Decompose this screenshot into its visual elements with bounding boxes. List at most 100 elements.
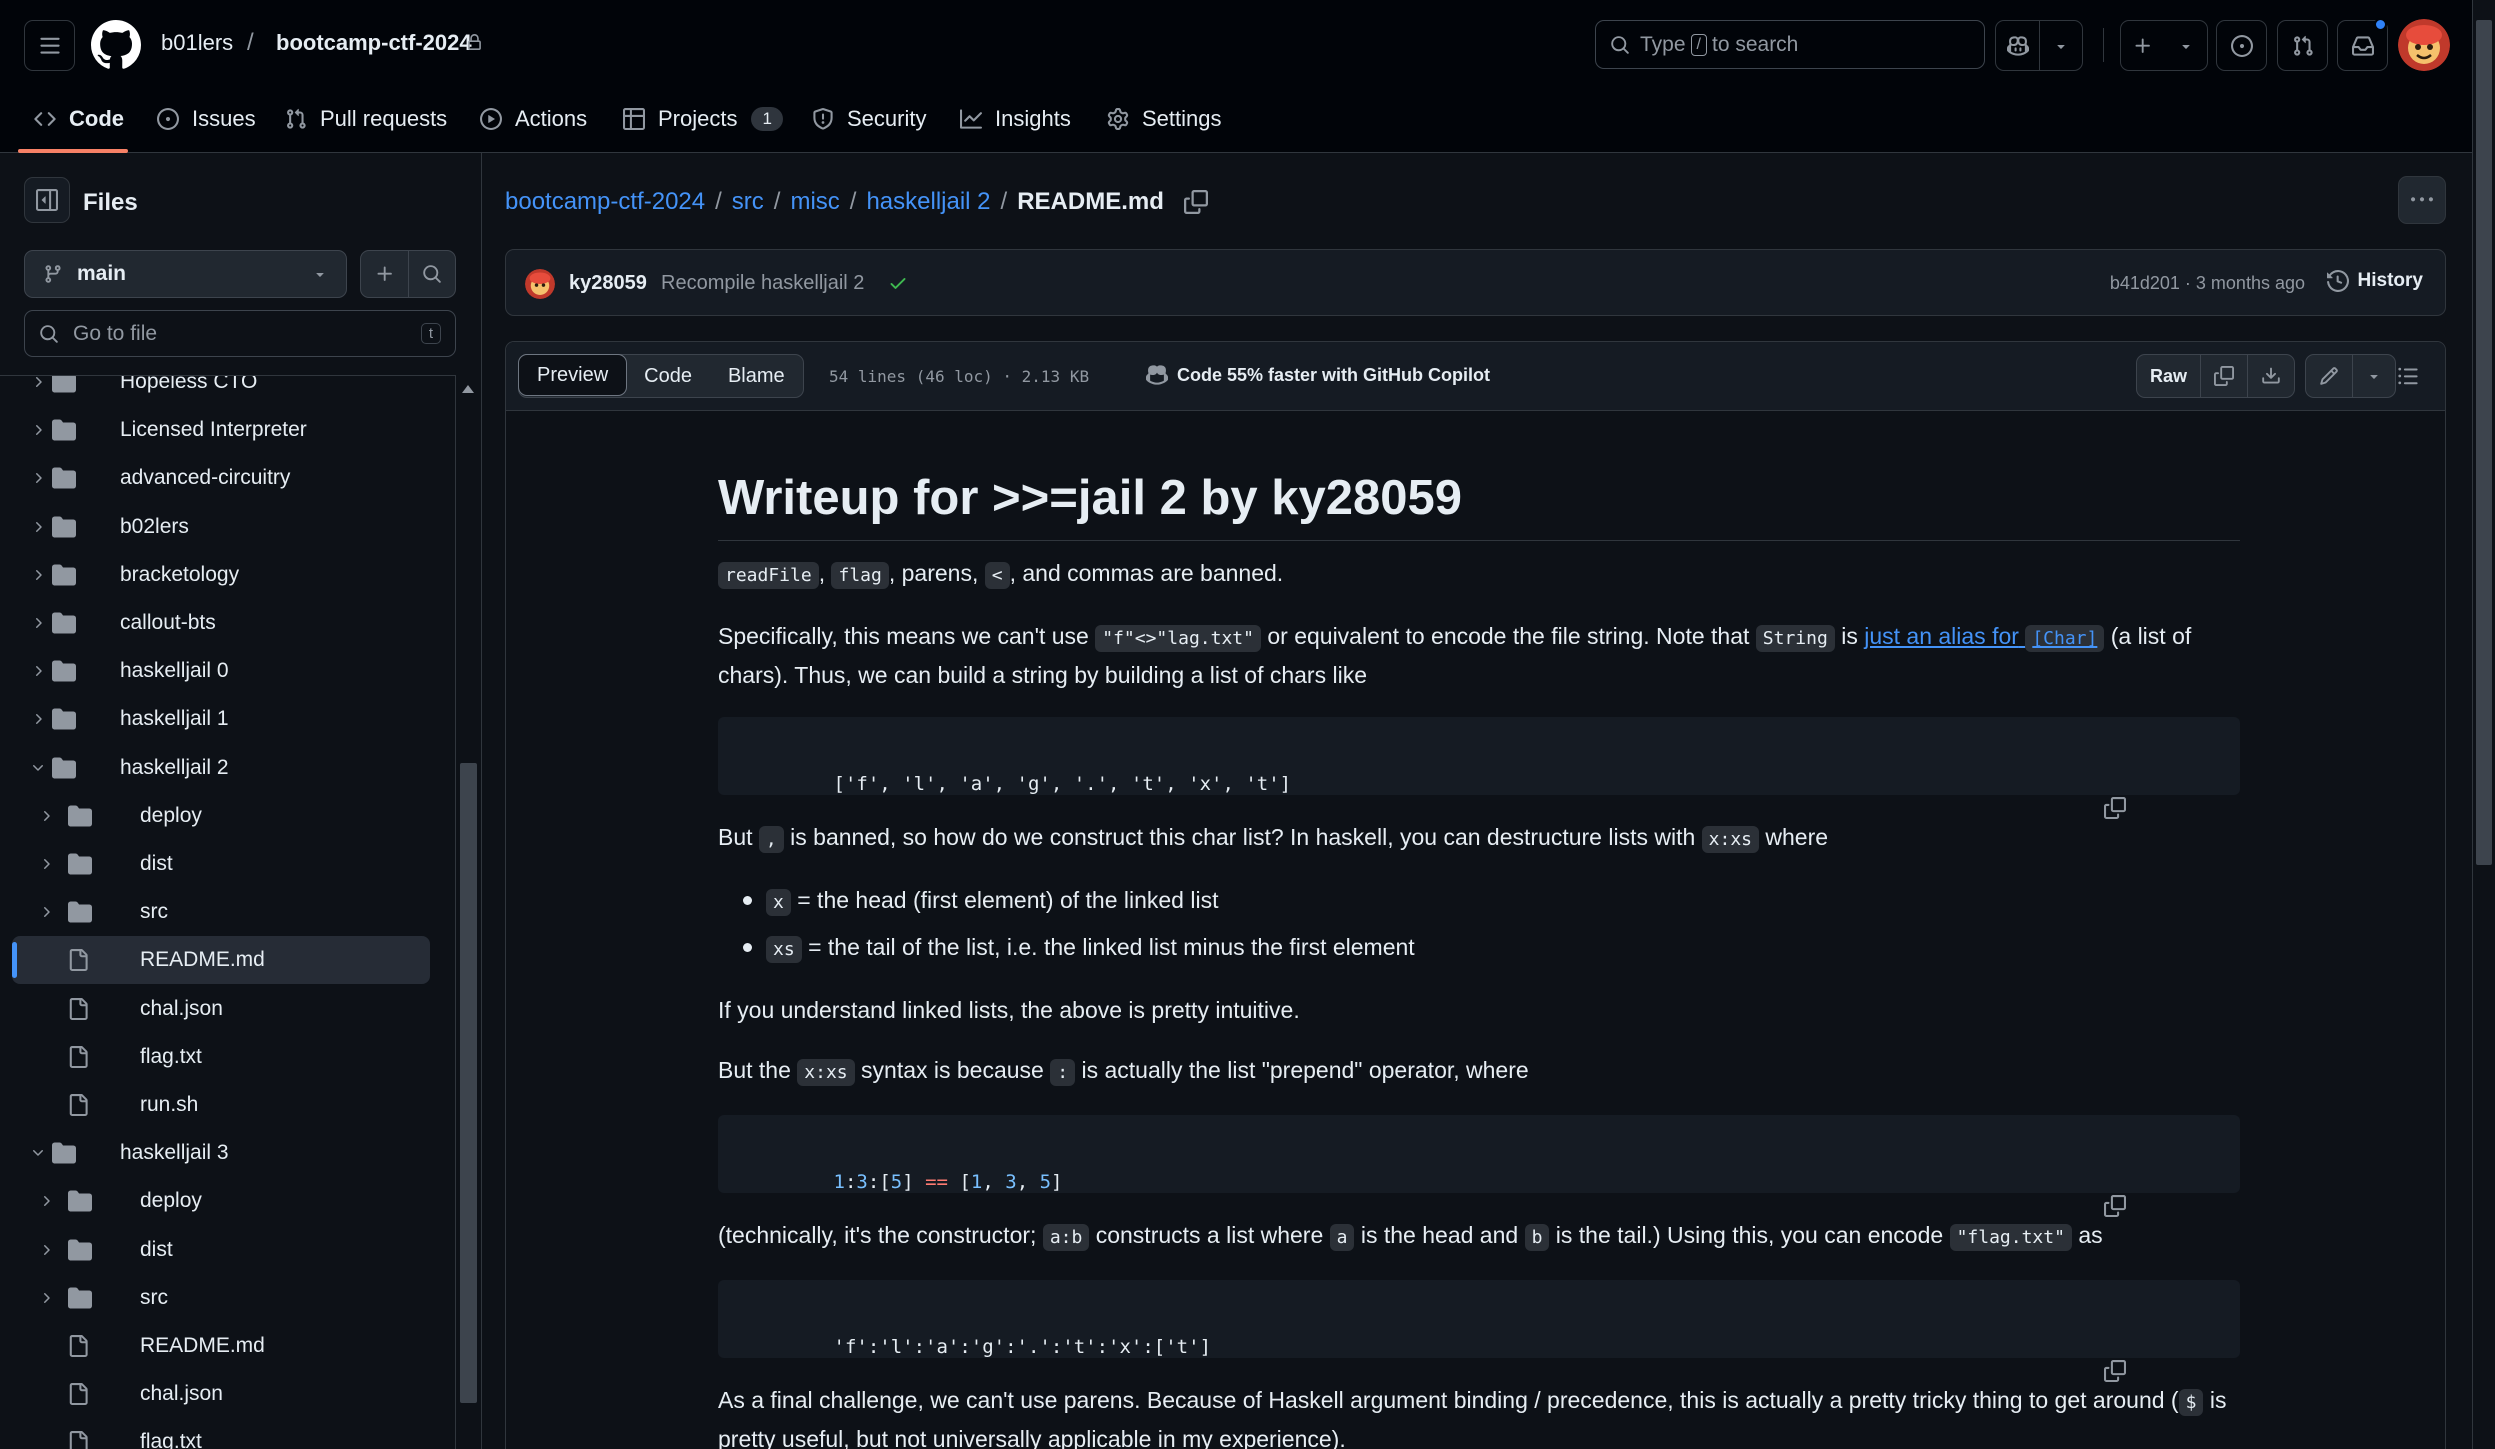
- your-issues-button[interactable]: [2216, 20, 2267, 71]
- chevron-down-icon[interactable]: [30, 1145, 46, 1161]
- outline-button[interactable]: [2386, 354, 2430, 398]
- history-button[interactable]: History: [2326, 270, 2423, 292]
- tree-item-label: callout-bts: [120, 611, 216, 634]
- download-button[interactable]: [2247, 355, 2294, 397]
- hamburger-menu-button[interactable]: [24, 20, 75, 71]
- chevron-right-icon[interactable]: [38, 1242, 54, 1258]
- page-scroll-thumb[interactable]: [2476, 20, 2492, 865]
- tree-folder-row[interactable]: haskelljail 0: [0, 647, 460, 695]
- more-options-button[interactable]: [2398, 176, 2446, 224]
- tab-pull-requests[interactable]: Pull requests: [285, 104, 447, 134]
- chevron-right-icon[interactable]: [30, 567, 46, 583]
- tree-folder-row[interactable]: dist: [0, 1226, 460, 1274]
- tree-folder-row[interactable]: haskelljail 3: [0, 1129, 460, 1177]
- tree-folder-row[interactable]: advanced-circuitry: [0, 454, 460, 502]
- tab-code[interactable]: Code: [34, 104, 124, 134]
- text-run: syntax is because: [861, 1057, 1044, 1083]
- scroll-up-arrow-icon[interactable]: [462, 385, 474, 393]
- copy-icon[interactable]: [2103, 1135, 2218, 1277]
- tab-projects[interactable]: Projects 1: [623, 104, 783, 134]
- breadcrumb-link-haskelljail-2[interactable]: haskelljail 2: [866, 188, 990, 216]
- copilot-promo-link[interactable]: Code 55% faster with GitHub Copilot: [1146, 364, 1490, 386]
- chevron-right-icon[interactable]: [30, 711, 46, 727]
- commit-author-avatar[interactable]: [525, 269, 555, 299]
- breadcrumb-link-misc[interactable]: misc: [790, 188, 839, 216]
- tree-folder-row[interactable]: src: [0, 888, 460, 936]
- copy-path-icon[interactable]: [1183, 190, 1208, 214]
- chevron-right-icon[interactable]: [38, 808, 54, 824]
- copy-raw-button[interactable]: [2200, 355, 2247, 397]
- tree-folder-row[interactable]: callout-bts: [0, 599, 460, 647]
- global-search-input[interactable]: Type / to search: [1595, 20, 1985, 69]
- search-files-button[interactable]: [408, 251, 455, 297]
- repo-owner-link[interactable]: b01lers: [161, 30, 233, 56]
- chevron-right-icon[interactable]: [38, 1290, 54, 1306]
- edit-file-button[interactable]: [2306, 355, 2352, 397]
- github-logo-icon[interactable]: [91, 20, 141, 70]
- tree-folder-row[interactable]: deploy: [0, 792, 460, 840]
- chevron-down-icon[interactable]: [30, 760, 46, 776]
- file-tree-scrollbar[interactable]: [455, 375, 480, 1449]
- breadcrumb-link-repo[interactable]: bootcamp-ctf-2024: [505, 188, 705, 216]
- commit-message-link[interactable]: Recompile haskelljail 2: [661, 272, 864, 295]
- create-new-button[interactable]: [2120, 20, 2208, 71]
- chevron-right-icon[interactable]: [30, 519, 46, 535]
- tree-folder-row[interactable]: src: [0, 1274, 460, 1322]
- check-icon[interactable]: [888, 273, 908, 293]
- tab-actions[interactable]: Actions: [480, 104, 587, 134]
- tree-file-row[interactable]: flag.txt: [0, 1418, 460, 1449]
- tree-item-label: flag.txt: [140, 1430, 202, 1449]
- tree-item-label: deploy: [140, 1189, 202, 1213]
- add-file-button[interactable]: [361, 251, 408, 297]
- tree-file-row[interactable]: run.sh: [0, 1081, 460, 1129]
- tree-file-row[interactable]: README.md: [12, 936, 430, 985]
- tab-issues[interactable]: Issues: [157, 104, 256, 134]
- tree-folder-row[interactable]: b02lers: [0, 503, 460, 551]
- tree-folder-row[interactable]: dist: [0, 840, 460, 888]
- tab-blame[interactable]: Blame: [710, 355, 803, 397]
- chevron-right-icon[interactable]: [38, 1193, 54, 1209]
- tree-file-row[interactable]: chal.json: [0, 1370, 460, 1418]
- copilot-dropdown-button[interactable]: [2039, 21, 2082, 70]
- tree-folder-row[interactable]: deploy: [0, 1177, 460, 1225]
- chevron-right-icon[interactable]: [30, 615, 46, 631]
- chevron-right-icon[interactable]: [38, 904, 54, 920]
- chevron-right-icon[interactable]: [38, 856, 54, 872]
- commit-author-link[interactable]: ky28059: [569, 272, 647, 295]
- commit-sha-and-time[interactable]: b41d201 · 3 months ago: [2110, 273, 2305, 294]
- tree-folder-row[interactable]: Licensed Interpreter: [0, 406, 460, 454]
- tree-folder-row[interactable]: bracketology: [0, 551, 460, 599]
- copy-icon[interactable]: [2103, 737, 2218, 879]
- repo-name-link[interactable]: bootcamp-ctf-2024: [276, 30, 472, 56]
- branch-selector-button[interactable]: main: [24, 250, 347, 298]
- chevron-right-icon[interactable]: [30, 422, 46, 438]
- raw-button[interactable]: Raw: [2137, 355, 2200, 397]
- markdown-paragraph: But , is banned, so how do we construct …: [718, 819, 2240, 858]
- chevron-right-icon[interactable]: [30, 376, 46, 390]
- chevron-right-icon[interactable]: [30, 663, 46, 679]
- copilot-button[interactable]: [1996, 21, 2039, 70]
- collapse-sidebar-button[interactable]: [24, 177, 70, 223]
- copy-icon[interactable]: [2103, 1300, 2218, 1442]
- user-avatar[interactable]: [2398, 19, 2450, 71]
- text-run: ,: [818, 560, 826, 586]
- breadcrumb-link-src[interactable]: src: [732, 188, 764, 216]
- tab-preview[interactable]: Preview: [518, 354, 628, 396]
- chevron-right-icon[interactable]: [30, 470, 46, 486]
- tree-folder-row[interactable]: Hopeless CTO: [0, 376, 460, 406]
- page-scrollbar[interactable]: [2472, 0, 2495, 1449]
- your-pull-requests-button[interactable]: [2277, 20, 2328, 71]
- tree-folder-row[interactable]: haskelljail 1: [0, 695, 460, 743]
- tab-insights[interactable]: Insights: [960, 104, 1071, 134]
- tree-file-row[interactable]: README.md: [0, 1322, 460, 1370]
- tree-file-row[interactable]: chal.json: [0, 985, 460, 1033]
- alias-link[interactable]: just an alias for [Char]: [1864, 623, 2105, 652]
- file-tree-scroll-thumb[interactable]: [460, 763, 477, 1403]
- tab-security[interactable]: Security: [812, 104, 926, 134]
- tree-file-row[interactable]: flag.txt: [0, 1033, 460, 1081]
- tree-folder-row[interactable]: haskelljail 2: [0, 744, 460, 792]
- tab-code-view[interactable]: Code: [626, 355, 710, 397]
- triangle-down-icon: [2057, 44, 2065, 49]
- go-to-file-input[interactable]: Go to file t: [24, 310, 456, 357]
- tab-settings[interactable]: Settings: [1107, 104, 1222, 134]
